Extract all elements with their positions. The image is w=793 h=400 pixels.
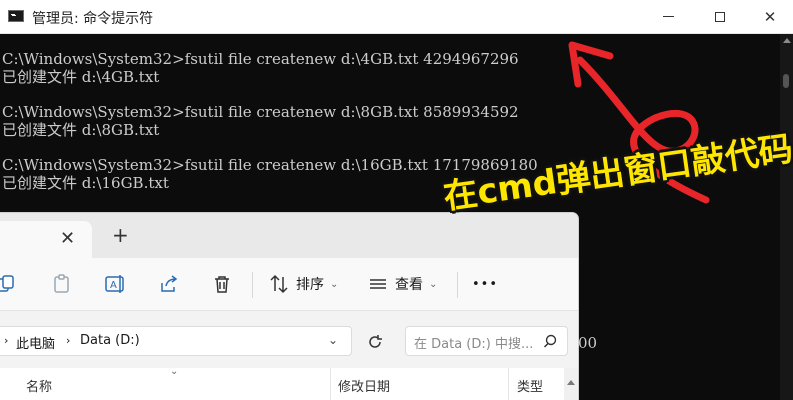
explorer-toolbar: A 排序 ⌄ 查看 ⌄ •••	[0, 258, 578, 311]
column-divider[interactable]	[508, 368, 509, 400]
file-explorer-window[interactable]: ✕ + A 排序 ⌄ 查看 ⌄ ••• › 此电脑 › Data (D:) ⌄ …	[0, 213, 578, 400]
address-row: › 此电脑 › Data (D:) ⌄ 在 Data (D:) 中搜...	[0, 323, 578, 359]
maximize-button[interactable]	[697, 0, 743, 33]
scroll-thumb[interactable]	[783, 74, 789, 88]
minimize-icon	[662, 16, 674, 17]
maximize-icon	[715, 11, 725, 22]
close-icon: ✕	[763, 7, 777, 26]
scroll-up-icon[interactable]	[783, 38, 791, 43]
column-header-type[interactable]: 类型	[517, 376, 543, 395]
breadcrumb-this-pc[interactable]: 此电脑	[16, 333, 55, 352]
sort-label: 排序	[296, 277, 324, 293]
explorer-scrollbar[interactable]	[564, 368, 578, 400]
toolbar-divider	[457, 272, 458, 298]
view-icon	[370, 279, 386, 289]
sort-indicator-icon: ⌄	[170, 366, 179, 377]
rename-icon: A	[105, 275, 124, 293]
view-button[interactable]: 查看 ⌄	[368, 272, 437, 296]
tab-close-icon[interactable]: ✕	[60, 228, 75, 249]
breadcrumb-separator-icon: ›	[66, 334, 71, 347]
breadcrumb-data-drive[interactable]: Data (D:)	[80, 333, 140, 348]
copy-button[interactable]	[0, 272, 18, 296]
address-dropdown-icon[interactable]: ⌄	[328, 333, 338, 347]
column-header-date-modified[interactable]: 修改日期	[338, 376, 390, 395]
search-icon[interactable]	[543, 334, 558, 349]
sort-button[interactable]: 排序 ⌄	[268, 272, 338, 296]
copy-icon	[0, 275, 14, 292]
column-divider[interactable]	[330, 368, 331, 400]
cmd-scrollbar[interactable]	[780, 34, 793, 400]
toolbar-divider	[252, 272, 253, 298]
trash-icon	[215, 276, 229, 293]
explorer-tab-bar: ✕ +	[0, 213, 578, 258]
share-icon	[161, 275, 178, 292]
delete-button[interactable]	[211, 272, 233, 296]
chevron-down-icon: ⌄	[429, 278, 438, 290]
paste-icon	[54, 274, 69, 293]
cmd-title-bar[interactable]: 管理员: 命令提示符 ✕	[0, 0, 793, 34]
scroll-up-icon[interactable]	[567, 380, 575, 385]
console-partial-text: 00	[578, 334, 598, 352]
column-header-name[interactable]: 名称	[26, 376, 52, 395]
paste-button[interactable]	[51, 272, 73, 296]
more-options-button[interactable]: •••	[472, 272, 498, 296]
new-tab-icon[interactable]: +	[112, 223, 129, 247]
minimize-button[interactable]	[645, 0, 691, 33]
console-line: C:\Windows\System32>fsutil file createne…	[2, 50, 519, 68]
search-placeholder: 在 Data (D:) 中搜...	[414, 337, 534, 352]
console-line: 已创建文件 d:\4GB.txt	[2, 68, 160, 86]
refresh-icon[interactable]	[366, 333, 384, 351]
search-input[interactable]: 在 Data (D:) 中搜...	[405, 326, 568, 356]
cmd-window-title: 管理员: 命令提示符	[32, 11, 154, 27]
sort-icon	[270, 274, 288, 294]
file-list-header: ⌄ 名称 修改日期 类型	[0, 366, 578, 400]
console-line: C:\Windows\System32>fsutil file createne…	[2, 103, 519, 121]
rename-button[interactable]: A	[104, 272, 128, 296]
close-button[interactable]: ✕	[747, 0, 793, 33]
svg-text:A: A	[110, 280, 117, 291]
cmd-app-icon	[8, 10, 24, 22]
breadcrumb-separator-icon: ›	[4, 334, 9, 347]
explorer-tab[interactable]: ✕	[0, 221, 92, 258]
share-button[interactable]	[158, 272, 180, 296]
address-bar[interactable]: › 此电脑 › Data (D:) ⌄	[0, 326, 352, 356]
console-line: 已创建文件 d:\8GB.txt	[2, 121, 160, 139]
view-label: 查看	[395, 277, 423, 293]
chevron-down-icon: ⌄	[330, 278, 339, 290]
